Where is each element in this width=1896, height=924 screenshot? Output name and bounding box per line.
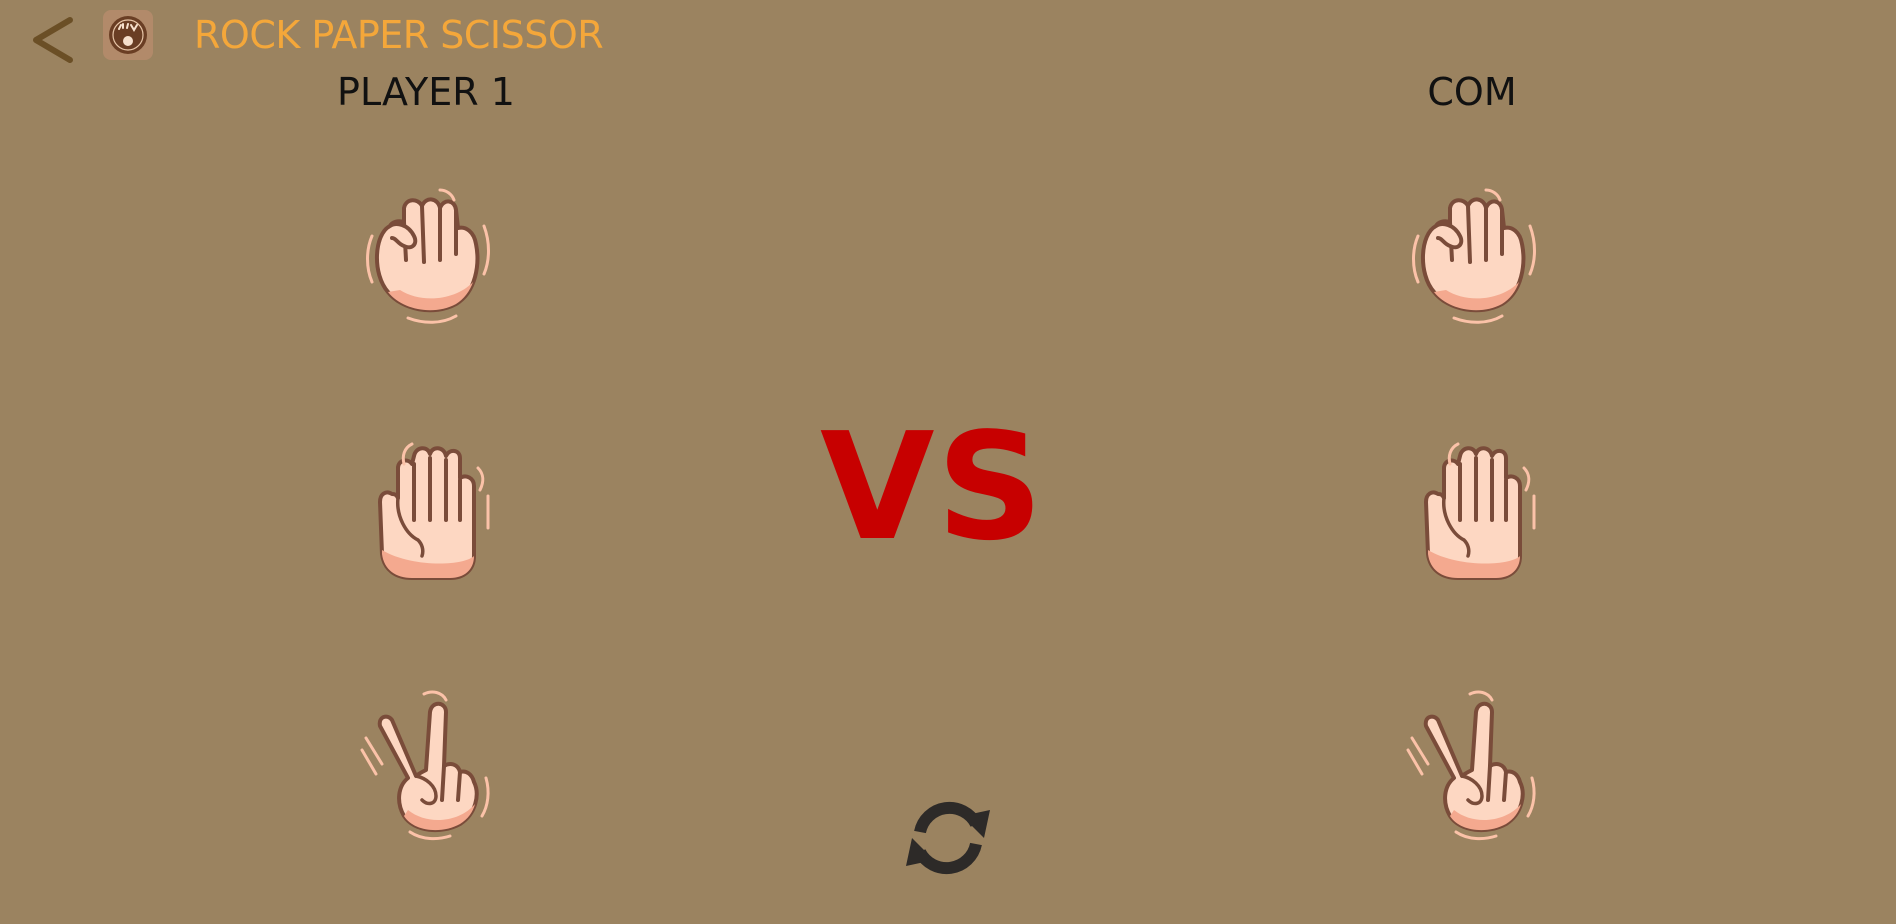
com-scissors-choice [1398, 682, 1548, 842]
paper-hand-icon [352, 424, 502, 584]
com-rock-choice [1398, 164, 1548, 324]
app-title: ROCK PAPER SCISSOR [194, 13, 604, 57]
player1-scissors-button[interactable] [352, 682, 502, 842]
back-button[interactable] [26, 8, 82, 70]
rock-hand-icon [1398, 164, 1548, 324]
app-logo [103, 10, 153, 60]
scissors-hand-icon [352, 682, 502, 842]
player1-rock-button[interactable] [352, 164, 502, 324]
com-label: COM [1427, 70, 1517, 114]
refresh-button[interactable] [898, 788, 998, 888]
com-paper-choice [1398, 424, 1548, 584]
refresh-icon [906, 801, 990, 875]
rock-hand-icon [352, 164, 502, 324]
vs-label: VS [820, 401, 1046, 573]
player1-paper-button[interactable] [352, 424, 502, 584]
paper-hand-icon [1398, 424, 1548, 584]
rock-paper-scissor-logo-icon [109, 16, 147, 54]
scissors-hand-icon [1398, 682, 1548, 842]
player1-label: PLAYER 1 [337, 70, 515, 114]
chevron-left-icon [33, 17, 73, 63]
